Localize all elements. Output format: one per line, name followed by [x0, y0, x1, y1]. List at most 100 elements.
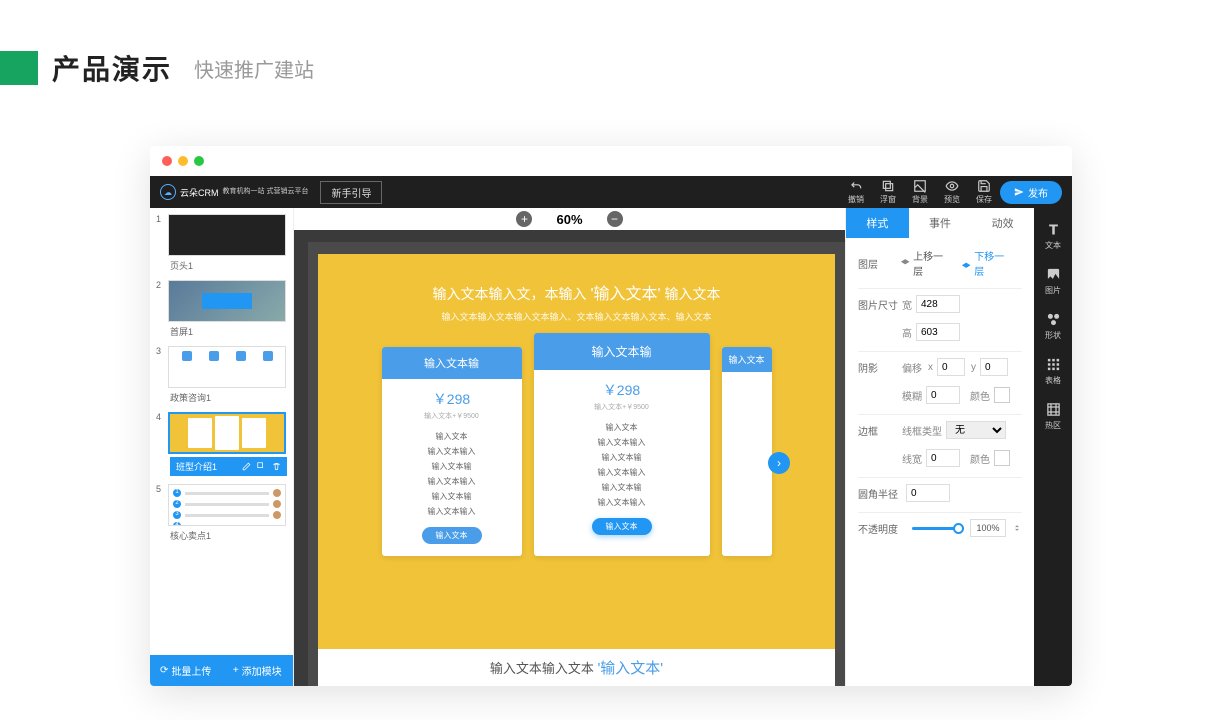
card-price: ￥298 — [534, 380, 710, 400]
card-price-sub: 输入文本+￥9500 — [382, 411, 522, 421]
logo-text: 云朵CRM — [180, 186, 219, 199]
border-type-select[interactable]: 无 — [946, 421, 1006, 439]
zoom-bar: + 60% − — [294, 208, 845, 230]
canvas[interactable]: 输入文本输入文，本输入 '输入文本' 输入文本 输入文本输入文本输入文本输入、文… — [318, 254, 835, 686]
layer-up-button[interactable]: 上移一层 — [900, 248, 951, 278]
logo: ☁ 云朵CRM 教育机构一站 式营销云平台 — [160, 184, 308, 200]
layer-label: 图层 — [858, 256, 900, 271]
thumb-label: 首屏1 — [170, 325, 287, 338]
undo-button[interactable]: 撤销 — [848, 179, 864, 205]
slider-thumb[interactable] — [953, 523, 964, 534]
thumb-3[interactable]: 3 政策咨询1 — [156, 346, 287, 404]
stepper-icon[interactable] — [1012, 523, 1022, 533]
zoom-value: 60% — [556, 212, 582, 227]
card-price: ￥298 — [382, 389, 522, 409]
rail-image[interactable]: 图片 — [1034, 259, 1072, 304]
opacity-label: 不透明度 — [858, 521, 906, 536]
property-tabs: 样式 事件 动效 — [846, 208, 1034, 238]
border-width-input[interactable] — [926, 449, 960, 467]
pricing-cards: 输入文本输 ￥298 输入文本+￥9500 输入文本 输入文本输入 输入文本输 … — [318, 347, 835, 556]
save-button[interactable]: 保存 — [976, 179, 992, 205]
radius-label: 圆角半径 — [858, 486, 902, 501]
rail-text[interactable]: 文本 — [1034, 214, 1072, 259]
background-button[interactable]: 背景 — [912, 179, 928, 205]
card-price-sub: 输入文本+￥9500 — [534, 402, 710, 412]
thumb-5[interactable]: 51234 核心卖点1 — [156, 484, 287, 542]
card-head: 输入文本输 — [534, 333, 710, 370]
logo-sub: 教育机构一站 式营销云平台 — [223, 188, 309, 196]
minimize-icon[interactable] — [178, 156, 188, 166]
pricing-card-featured[interactable]: 输入文本输 ￥298 输入文本+￥9500 输入文本 输入文本输入 输入文本输 … — [534, 333, 710, 556]
guide-button[interactable]: 新手引导 — [320, 181, 382, 204]
size-label: 图片尺寸 — [858, 297, 902, 312]
thumbnails: 1 页头1 2 首屏1 3 政策咨询1 4 班型介绍1 51234 核心卖点 — [150, 208, 293, 655]
float-button[interactable]: 浮窗 — [880, 179, 896, 205]
edit-icon[interactable] — [242, 462, 251, 471]
thumb-label: 政策咨询1 — [170, 391, 287, 404]
card-button[interactable]: 输入文本 — [422, 527, 482, 544]
ruler-horizontal — [308, 230, 845, 242]
thumb-label: 核心卖点1 — [170, 529, 287, 542]
layer-down-button[interactable]: 下移一层 — [961, 248, 1012, 278]
zoom-in-button[interactable]: + — [516, 211, 532, 227]
shadow-color-swatch[interactable] — [994, 387, 1010, 403]
tab-animation[interactable]: 动效 — [971, 208, 1034, 238]
thumb-preview — [168, 346, 286, 388]
app-window: ☁ 云朵CRM 教育机构一站 式营销云平台 新手引导 撤销 浮窗 背景 预览 保… — [150, 146, 1072, 686]
border-label: 边框 — [858, 423, 902, 438]
canvas-title[interactable]: 输入文本输入文，本输入 '输入文本' 输入文本 — [318, 280, 835, 304]
shadow-x-input[interactable] — [937, 358, 965, 376]
component-rail: 文本 图片 形状 表格 热区 — [1034, 208, 1072, 686]
left-actions: ⟳ 批量上传 + 添加模块 — [150, 655, 293, 686]
cloud-icon: ☁ — [160, 184, 176, 200]
tab-event[interactable]: 事件 — [909, 208, 972, 238]
accent-block — [0, 51, 38, 85]
thumb-preview — [168, 214, 286, 256]
width-input[interactable] — [916, 295, 960, 313]
publish-button[interactable]: 发布 — [1000, 181, 1062, 204]
opacity-value: 100% — [970, 519, 1006, 537]
topbar: ☁ 云朵CRM 教育机构一站 式营销云平台 新手引导 撤销 浮窗 背景 预览 保… — [150, 176, 1072, 208]
border-color-swatch[interactable] — [994, 450, 1010, 466]
rail-shape[interactable]: 形状 — [1034, 304, 1072, 349]
radius-input[interactable] — [906, 484, 950, 502]
thumb-preview: 1234 — [168, 484, 286, 526]
rail-hotzone[interactable]: 热区 — [1034, 394, 1072, 439]
page-list-panel: 1 页头1 2 首屏1 3 政策咨询1 4 班型介绍1 51234 核心卖点 — [150, 208, 294, 686]
shadow-blur-input[interactable] — [926, 386, 960, 404]
page-subtitle: 快速推广建站 — [194, 54, 314, 83]
pricing-card-partial[interactable]: 输入文本 — [722, 347, 772, 556]
workspace: 1 页头1 2 首屏1 3 政策咨询1 4 班型介绍1 51234 核心卖点 — [150, 208, 1072, 686]
ruler-vertical — [294, 230, 308, 686]
thumb-label: 页头1 — [170, 259, 287, 272]
page-header: 产品演示 快速推广建站 — [0, 0, 1210, 106]
thumb-4[interactable]: 4 班型介绍1 — [156, 412, 287, 476]
pricing-card[interactable]: 输入文本输 ￥298 输入文本+￥9500 输入文本 输入文本输入 输入文本输 … — [382, 347, 522, 556]
thumb-1[interactable]: 1 页头1 — [156, 214, 287, 272]
batch-upload-button[interactable]: ⟳ 批量上传 — [150, 655, 222, 686]
next-arrow-button[interactable]: › — [768, 452, 790, 474]
thumb-label-selected: 班型介绍1 — [170, 457, 287, 476]
zoom-out-button[interactable]: − — [607, 211, 623, 227]
delete-icon[interactable] — [272, 462, 281, 471]
card-head: 输入文本 — [722, 347, 772, 372]
properties-panel: 样式 事件 动效 图层 上移一层 下移一层 图片尺寸 宽 高 — [845, 208, 1034, 686]
height-input[interactable] — [916, 323, 960, 341]
shadow-label: 阴影 — [858, 360, 902, 375]
page-title: 产品演示 — [52, 48, 172, 88]
canvas-subtitle[interactable]: 输入文本输入文本输入文本输入、文本输入文本输入文本、输入文本 — [318, 310, 835, 323]
shadow-y-input[interactable] — [980, 358, 1008, 376]
preview-button[interactable]: 预览 — [944, 179, 960, 205]
canvas-next-section[interactable]: 输入文本输入文本 '输入文本' — [318, 649, 835, 686]
thumb-preview — [168, 412, 286, 454]
rail-table[interactable]: 表格 — [1034, 349, 1072, 394]
card-button[interactable]: 输入文本 — [592, 518, 652, 535]
thumb-preview — [168, 280, 286, 322]
add-module-button[interactable]: + 添加模块 — [222, 655, 294, 686]
close-icon[interactable] — [162, 156, 172, 166]
maximize-icon[interactable] — [194, 156, 204, 166]
tab-style[interactable]: 样式 — [846, 208, 909, 238]
copy-icon[interactable] — [257, 462, 266, 471]
thumb-2[interactable]: 2 首屏1 — [156, 280, 287, 338]
opacity-slider[interactable] — [912, 527, 964, 530]
